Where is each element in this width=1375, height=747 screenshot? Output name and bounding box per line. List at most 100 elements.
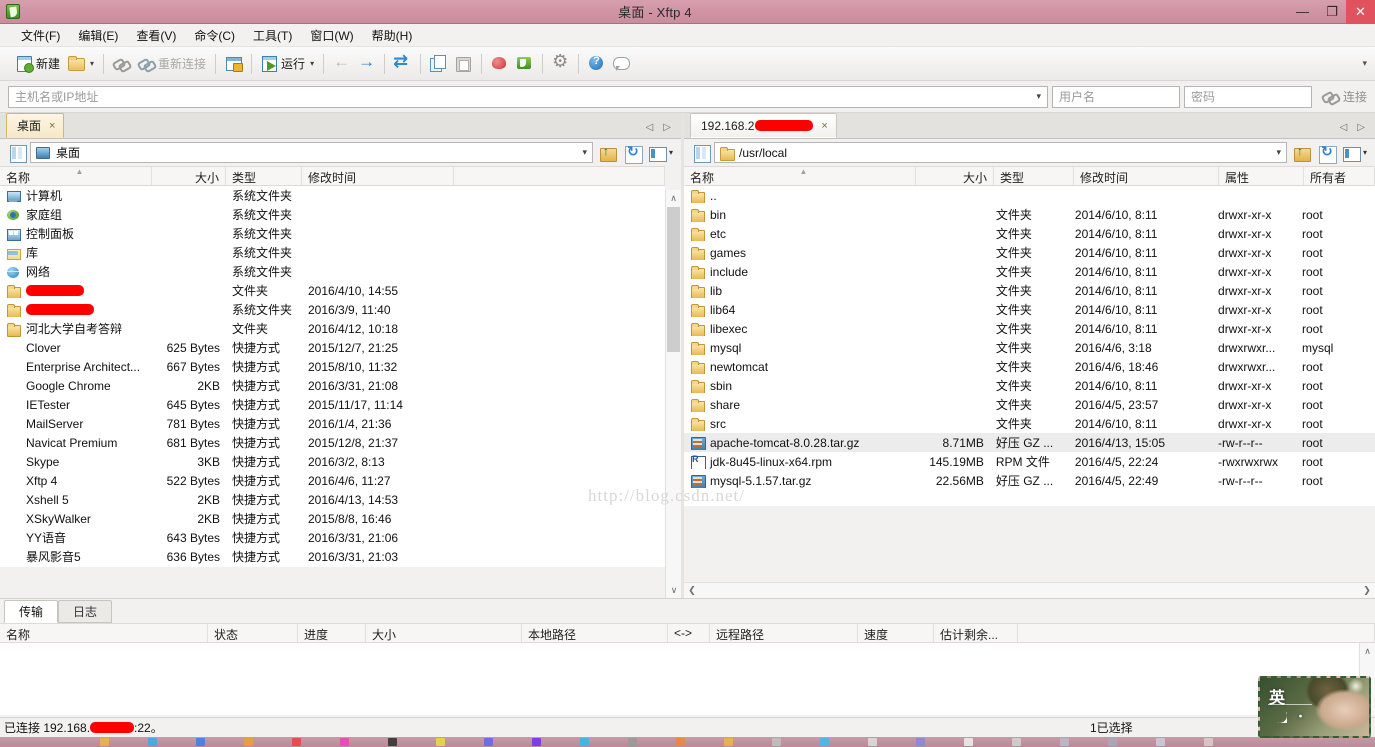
forward-button[interactable]: [354, 51, 379, 77]
remote-up-button[interactable]: [1290, 142, 1312, 164]
transfer-col-remotepath[interactable]: 远程路径: [710, 624, 858, 642]
table-row[interactable]: lib 文件夹 2014/6/10, 8:11 drwxr-xr-x root: [684, 281, 1375, 300]
menu-tools[interactable]: 工具(T): [244, 25, 301, 46]
new-session-button[interactable]: 新建: [12, 51, 64, 77]
table-row[interactable]: 家庭组 系统文件夹: [0, 205, 665, 224]
transfer-col-name[interactable]: 名称: [0, 624, 208, 642]
paste-button[interactable]: [451, 51, 476, 77]
menu-help[interactable]: 帮助(H): [363, 25, 422, 46]
local-col-size[interactable]: 大小: [152, 167, 226, 185]
tab-transfer[interactable]: 传输: [4, 600, 59, 623]
connect-button[interactable]: 连接: [1322, 88, 1367, 105]
table-row[interactable]: 系统文件夹 2016/3/9, 11:40: [0, 300, 665, 319]
menu-command[interactable]: 命令(C): [185, 25, 244, 46]
table-row[interactable]: 计算机 系统文件夹: [0, 186, 665, 205]
reconnect-button[interactable]: 重新连接: [134, 51, 210, 77]
tab-scroll-right-icon[interactable]: ▷: [663, 122, 671, 133]
taskbar-item[interactable]: [628, 738, 637, 746]
transfer-col-localpath[interactable]: 本地路径: [522, 624, 668, 642]
remote-col-modified[interactable]: 修改时间: [1074, 167, 1219, 185]
scroll-left-icon[interactable]: ❮: [684, 583, 700, 599]
table-row[interactable]: Skype 3KB 快捷方式 2016/3/2, 8:13: [0, 452, 665, 471]
remote-view-button[interactable]: [1340, 142, 1362, 164]
taskbar-item[interactable]: [484, 738, 493, 746]
open-xshell-button[interactable]: [487, 51, 512, 77]
open-xftp-button[interactable]: [512, 51, 537, 77]
open-folder-button[interactable]: ▾: [64, 51, 98, 77]
ime-punctuation-icon[interactable]: ・: [1294, 706, 1307, 725]
table-row[interactable]: ..: [684, 186, 1375, 205]
local-col-name[interactable]: 名称 ▲: [0, 167, 152, 185]
taskbar-item[interactable]: [436, 738, 445, 746]
remote-col-owner[interactable]: 所有者: [1304, 167, 1375, 185]
chevron-down-icon[interactable]: ▾: [310, 59, 314, 68]
transfer-col-size[interactable]: 大小: [366, 624, 522, 642]
chevron-down-icon[interactable]: ▾: [90, 59, 94, 68]
copy-button[interactable]: [426, 51, 451, 77]
synchronize-button[interactable]: [390, 51, 415, 77]
table-row[interactable]: 控制面板 系统文件夹: [0, 224, 665, 243]
taskbar-item[interactable]: [196, 738, 205, 746]
folder-tree-toggle-icon[interactable]: [7, 143, 27, 163]
taskbar-item[interactable]: [868, 738, 877, 746]
host-input[interactable]: 主机名或IP地址 ▾: [8, 85, 1048, 108]
taskbar-item[interactable]: [580, 738, 589, 746]
chevron-down-icon[interactable]: ▾: [669, 148, 673, 157]
transfer-col-status[interactable]: 状态: [208, 624, 298, 642]
username-input[interactable]: 用户名: [1051, 85, 1180, 108]
taskbar-item[interactable]: [292, 738, 301, 746]
taskbar-item[interactable]: [244, 738, 253, 746]
table-row[interactable]: 福昕阅读器1KB快捷方式2016/3/31, 21:03: [0, 566, 665, 567]
transfer-window-button[interactable]: [221, 51, 246, 77]
local-col-modified[interactable]: 修改时间: [302, 167, 454, 185]
toolbar-overflow-button[interactable]: ▾: [1362, 58, 1367, 69]
password-input[interactable]: 密码: [1183, 85, 1312, 108]
local-refresh-button[interactable]: [621, 142, 643, 164]
minimize-icon[interactable]: —: [1288, 0, 1317, 24]
tab-log[interactable]: 日志: [58, 600, 113, 623]
local-vertical-scrollbar[interactable]: ∧ ∨: [665, 190, 682, 598]
scroll-down-icon[interactable]: ∨: [666, 582, 682, 598]
transfer-col-eta[interactable]: 估计剩余...: [934, 624, 1018, 642]
close-icon[interactable]: ×: [49, 120, 55, 132]
menu-file[interactable]: 文件(F): [12, 25, 69, 46]
close-icon[interactable]: ×: [821, 120, 827, 132]
local-path-input[interactable]: 桌面 ▾: [30, 142, 593, 163]
table-row[interactable]: src 文件夹 2014/6/10, 8:11 drwxr-xr-x root: [684, 414, 1375, 433]
taskbar-item[interactable]: [820, 738, 829, 746]
table-row[interactable]: mysql-5.1.57.tar.gz 22.56MB 好压 GZ ... 2016/…: [684, 471, 1375, 490]
table-row[interactable]: games 文件夹 2014/6/10, 8:11 drwxr-xr-x root: [684, 243, 1375, 262]
local-scroll-thumb[interactable]: [667, 207, 680, 352]
run-button[interactable]: 运行 ▾: [257, 51, 318, 77]
table-row[interactable]: Xftp 4 522 Bytes 快捷方式 2016/4/6, 11:27: [0, 471, 665, 490]
remote-hscroll-thumb[interactable]: [700, 583, 1359, 598]
remote-col-size[interactable]: 大小: [916, 167, 994, 185]
menu-view[interactable]: 查看(V): [127, 25, 185, 46]
taskbar-item[interactable]: [532, 738, 541, 746]
table-row[interactable]: newtomcat 文件夹 2016/4/6, 18:46 drwxrwxr... ro…: [684, 357, 1375, 376]
table-row[interactable]: IETester 645 Bytes 快捷方式 2015/11/17, 11:14: [0, 395, 665, 414]
chevron-down-icon[interactable]: ▾: [1276, 147, 1281, 158]
table-row[interactable]: Clover 625 Bytes 快捷方式 2015/12/7, 21:25: [0, 338, 665, 357]
taskbar-item[interactable]: [772, 738, 781, 746]
taskbar-item[interactable]: [100, 738, 109, 746]
remote-tab-session[interactable]: 192.168.2 ×: [690, 113, 837, 138]
transfer-col-progress[interactable]: 进度: [298, 624, 366, 642]
options-button[interactable]: [548, 51, 573, 77]
tab-scroll-left-icon[interactable]: ◁: [1340, 122, 1348, 133]
table-row[interactable]: 河北大学自考答辩 文件夹 2016/4/12, 10:18: [0, 319, 665, 338]
taskbar-item[interactable]: [1012, 738, 1021, 746]
maximize-icon[interactable]: ❐: [1317, 0, 1346, 24]
remote-horizontal-scrollbar[interactable]: ❮ ❯: [684, 582, 1375, 598]
taskbar-item[interactable]: [1204, 738, 1213, 746]
ime-floating-bar[interactable]: 英 ・: [1258, 676, 1371, 738]
table-row[interactable]: Xshell 5 2KB 快捷方式 2016/4/13, 14:53: [0, 490, 665, 509]
folder-tree-toggle-icon[interactable]: [691, 143, 711, 163]
table-row[interactable]: etc 文件夹 2014/6/10, 8:11 drwxr-xr-x root: [684, 224, 1375, 243]
table-row[interactable]: 文件夹 2016/4/10, 14:55: [0, 281, 665, 300]
scroll-up-icon[interactable]: ∧: [1360, 643, 1375, 659]
tab-scroll-left-icon[interactable]: ◁: [646, 122, 654, 133]
remote-col-type[interactable]: 类型: [994, 167, 1074, 185]
table-row[interactable]: XSkyWalker 2KB 快捷方式 2015/8/8, 16:46: [0, 509, 665, 528]
back-button[interactable]: [329, 51, 354, 77]
